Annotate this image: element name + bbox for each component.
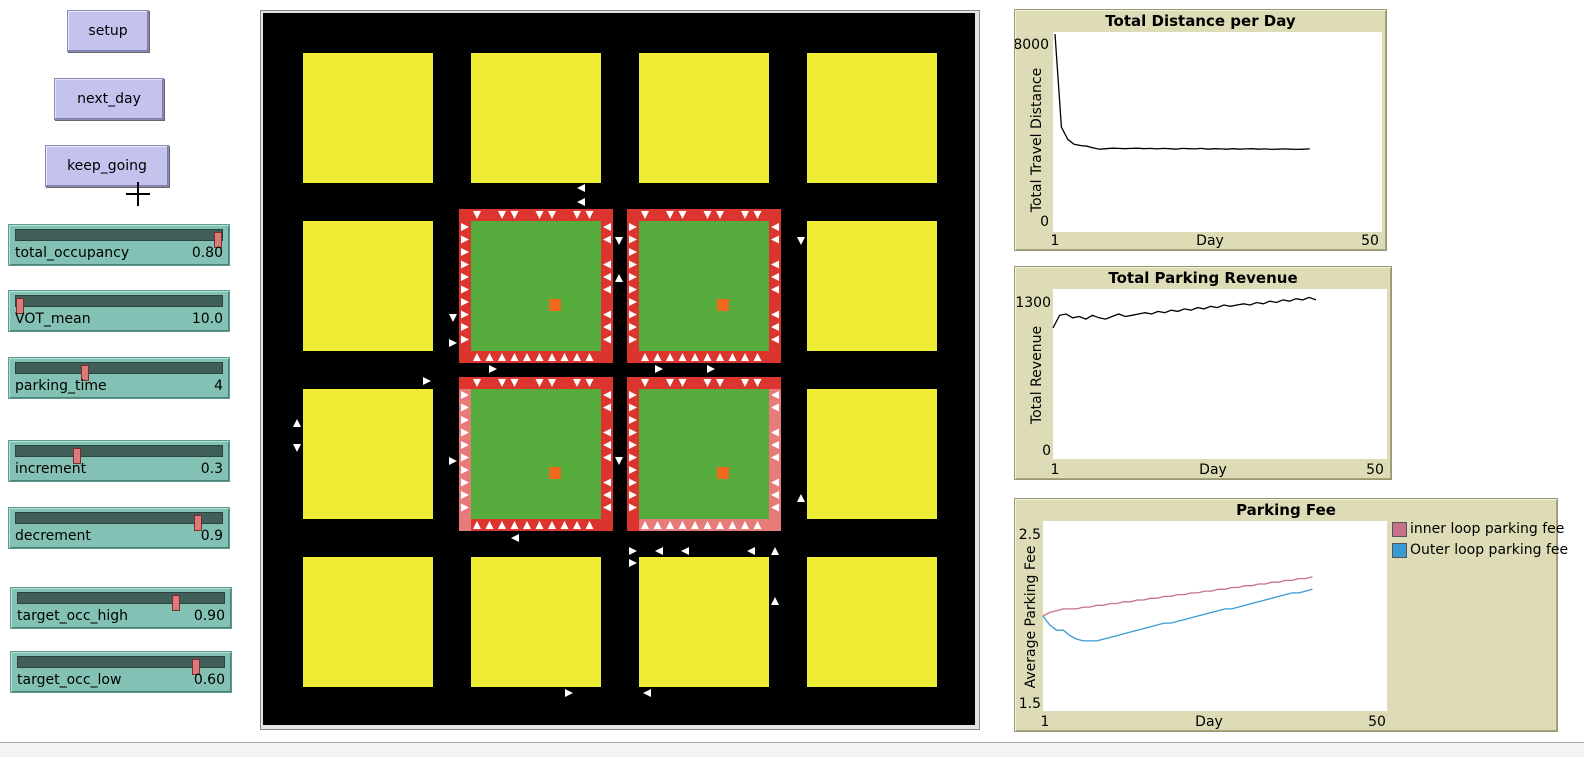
slider-track[interactable]	[15, 512, 223, 531]
city-block	[807, 221, 937, 351]
city-block	[807, 557, 937, 687]
city-block	[807, 53, 937, 183]
slider-label: target_occ_high	[17, 608, 129, 624]
lot-center	[717, 467, 729, 479]
slider-value: 0.90	[193, 608, 225, 624]
next-day-button-label: next_day	[77, 91, 141, 107]
x-max-label: 50	[1366, 462, 1384, 478]
legend-item-inner: inner loop parking fee	[1392, 521, 1564, 537]
slider-track[interactable]	[15, 362, 223, 381]
keep-going-button-label: keep_going	[67, 158, 147, 174]
slider-label: decrement	[15, 528, 91, 544]
slider-value: 0.60	[193, 672, 225, 688]
city-grid-map[interactable]	[263, 13, 975, 725]
plot-parking-fee: Parking Fee Average Parking Fee 2.5 1.5 …	[1014, 498, 1568, 732]
lot-center	[549, 467, 561, 479]
legend-item-outer: Outer loop parking fee	[1392, 542, 1568, 558]
plot-canvas: Average Parking Fee 2.5 1.5 1 Day 50	[1019, 521, 1387, 730]
parking-lot	[639, 389, 769, 519]
city-block	[303, 53, 433, 183]
y-min-label: 1.5	[1019, 696, 1041, 712]
slider-track[interactable]	[17, 592, 225, 611]
city-block	[471, 557, 601, 687]
legend-label-inner: inner loop parking fee	[1410, 521, 1565, 537]
slider-label: VOT_mean	[15, 311, 91, 327]
keep-going-button[interactable]: keep_going	[45, 145, 169, 187]
x-axis-label: Day	[1195, 714, 1223, 730]
status-bar	[0, 742, 1584, 757]
y-axis-label: Total Travel Distance	[1029, 68, 1045, 213]
parking-lot	[471, 221, 601, 351]
slider-value: 10.0	[191, 311, 223, 327]
plot-canvas: Total Revenue 1300 0 1 Day 50	[1015, 289, 1387, 478]
y-min-label: 0	[1042, 443, 1051, 459]
slider-label: parking_time	[15, 378, 107, 394]
parking-lot	[471, 389, 601, 519]
slider-value: 0.80	[191, 245, 223, 261]
slider-increment[interactable]: increment 0.3	[8, 440, 230, 482]
x-min-label: 1	[1051, 462, 1060, 478]
slider-total-occupancy[interactable]: total_occupancy 0.80	[8, 224, 230, 266]
slider-track[interactable]	[15, 445, 223, 464]
city-block	[303, 389, 433, 519]
slider-thumb[interactable]	[172, 595, 180, 611]
legend-swatch-inner	[1392, 521, 1407, 537]
slider-label: increment	[15, 461, 87, 477]
legend-swatch-outer	[1392, 542, 1407, 558]
parking-lot	[639, 221, 769, 351]
slider-track[interactable]	[17, 656, 225, 675]
x-max-label: 50	[1361, 233, 1379, 249]
slider-decrement[interactable]: decrement 0.9	[8, 507, 230, 549]
setup-button-label: setup	[88, 23, 128, 39]
slider-target-occ-high[interactable]: target_occ_high 0.90	[10, 587, 232, 629]
y-max-label: 1300	[1015, 295, 1051, 311]
city-block	[807, 389, 937, 519]
city-block	[639, 53, 769, 183]
x-max-label: 50	[1368, 714, 1386, 730]
crosshair-cursor-icon	[126, 182, 150, 206]
slider-value: 4	[214, 378, 223, 394]
plot-total-distance: Total Distance per Day Total Travel Dist…	[1014, 9, 1387, 251]
slider-target-occ-low[interactable]: target_occ_low 0.60	[10, 651, 232, 693]
city-block	[471, 53, 601, 183]
y-max-label: 8000	[1015, 37, 1049, 53]
y-max-label: 2.5	[1019, 527, 1041, 543]
parking-spot-occupied	[459, 519, 471, 531]
city-block	[303, 557, 433, 687]
y-axis-label: Average Parking Fee	[1023, 546, 1039, 689]
x-axis-label: Day	[1199, 462, 1227, 478]
slider-track[interactable]	[15, 295, 223, 314]
slider-value: 0.9	[200, 528, 223, 544]
x-min-label: 1	[1041, 714, 1050, 730]
slider-value: 0.3	[200, 461, 223, 477]
setup-button[interactable]: setup	[67, 10, 149, 52]
slider-label: target_occ_low	[17, 672, 122, 688]
parking-spot-occupied	[769, 389, 781, 531]
world-view[interactable]	[260, 10, 980, 730]
y-axis-label: Total Revenue	[1029, 326, 1045, 425]
city-block	[639, 557, 769, 687]
next-day-button[interactable]: next_day	[54, 78, 164, 120]
slider-vot-mean[interactable]: VOT_mean 10.0	[8, 290, 230, 332]
slider-parking-time[interactable]: parking_time 4	[8, 357, 230, 399]
x-axis-label: Day	[1196, 233, 1224, 249]
x-min-label: 1	[1051, 233, 1060, 249]
lot-center	[549, 299, 561, 311]
slider-label: total_occupancy	[15, 245, 130, 261]
lot-center	[717, 299, 729, 311]
legend-label-outer: Outer loop parking fee	[1410, 542, 1569, 558]
plot-canvas: Total Travel Distance 8000 0 1 Day 50	[1015, 32, 1382, 249]
city-block	[303, 221, 433, 351]
plot-total-revenue: Total Parking Revenue Total Revenue 1300…	[1014, 266, 1392, 480]
slider-track[interactable]	[15, 229, 223, 248]
y-min-label: 0	[1040, 214, 1049, 230]
